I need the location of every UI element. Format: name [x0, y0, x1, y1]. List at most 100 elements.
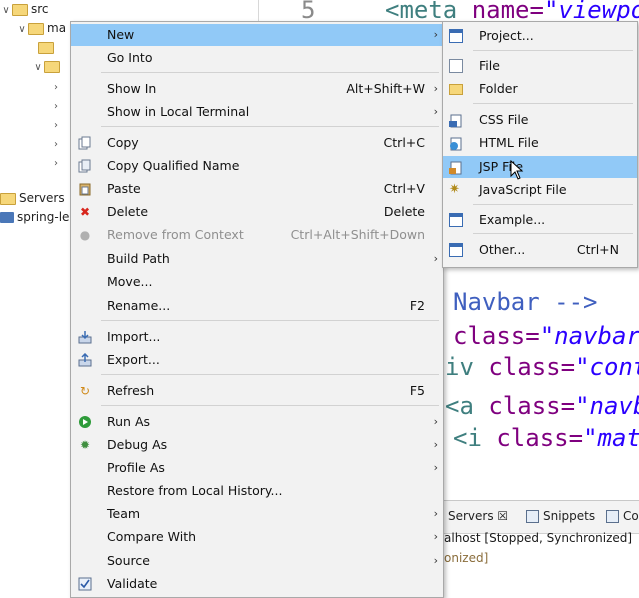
menu-separator	[473, 233, 633, 234]
context-menu: New › Go Into Show In Alt+Shift+W › Show in…	[70, 21, 444, 598]
chevron-right-icon: ›	[433, 252, 438, 265]
new-submenu: Project... File Folder CSS File HTML Fil…	[442, 21, 638, 268]
other-wizard-icon	[449, 243, 463, 257]
chevron-right-icon: ›	[433, 438, 438, 451]
chevron-right-icon[interactable]: ›	[50, 155, 62, 173]
submenu-item-folder[interactable]: Folder	[443, 78, 637, 100]
chevron-right-icon: ›	[433, 82, 438, 95]
menu-item-show-in[interactable]: Show In Alt+Shift+W ›	[71, 78, 443, 100]
tab-servers[interactable]: Servers ☒	[448, 509, 508, 523]
html-file-icon	[449, 136, 463, 151]
copy-icon	[78, 136, 92, 150]
menu-item-team[interactable]: Team ›	[71, 503, 443, 525]
paste-icon	[78, 182, 92, 196]
tab-snippets[interactable]: Snippets	[526, 509, 595, 523]
file-icon	[449, 59, 463, 73]
folder-icon	[12, 3, 28, 16]
submenu-item-jsp-file[interactable]: JSP File	[443, 156, 637, 178]
tree-item-src[interactable]: ∨ src	[0, 0, 48, 20]
menu-separator	[101, 374, 439, 375]
menu-separator	[101, 126, 439, 127]
menu-item-build-path[interactable]: Build Path ›	[71, 248, 443, 270]
submenu-item-javascript-file[interactable]: ✷ JavaScript File	[443, 179, 637, 201]
tree-item-child[interactable]: ›	[50, 134, 62, 152]
code-line: iv class="conta	[445, 353, 639, 381]
menu-item-go-into[interactable]: Go Into	[71, 47, 443, 69]
menu-item-export[interactable]: Export...	[71, 349, 443, 371]
snippets-icon	[526, 510, 539, 523]
project-icon	[0, 212, 14, 223]
menu-item-run-as[interactable]: Run As ›	[71, 411, 443, 433]
menu-separator	[473, 204, 633, 205]
menu-item-rename[interactable]: Rename... F2	[71, 295, 443, 317]
tree-item-folder[interactable]	[38, 38, 57, 56]
chevron-right-icon: ›	[433, 28, 438, 41]
menu-item-compare-with[interactable]: Compare With ›	[71, 526, 443, 548]
menu-item-new[interactable]: New ›	[71, 24, 443, 46]
submenu-item-file[interactable]: File	[443, 55, 637, 77]
menu-separator	[101, 72, 439, 73]
code-line: Navbar -->	[453, 288, 598, 316]
jsp-file-icon	[449, 160, 463, 175]
chevron-right-icon[interactable]: ›	[50, 117, 62, 135]
folder-icon	[449, 84, 463, 95]
menu-separator	[101, 320, 439, 321]
menu-item-move[interactable]: Move...	[71, 271, 443, 293]
menu-item-restore-local-history[interactable]: Restore from Local History...	[71, 480, 443, 502]
chevron-right-icon: ›	[433, 554, 438, 567]
menu-item-refresh[interactable]: ↻ Refresh F5	[71, 380, 443, 402]
project-icon	[449, 29, 463, 43]
chevron-right-icon[interactable]: ›	[50, 98, 62, 116]
tree-item-main[interactable]: ∨ ma	[16, 19, 66, 37]
tab-console[interactable]: Co	[606, 509, 639, 523]
css-file-icon	[449, 113, 463, 128]
chevron-right-icon: ›	[433, 461, 438, 474]
tree-item-child[interactable]: ›	[50, 153, 62, 171]
menu-separator	[473, 50, 633, 51]
code-line: class="navbar	[453, 322, 639, 350]
javascript-file-icon: ✷	[449, 182, 460, 197]
mouse-pointer-icon	[510, 160, 524, 180]
menu-item-paste[interactable]: Paste Ctrl+V	[71, 178, 443, 200]
validate-checkbox-icon	[78, 577, 92, 591]
menu-item-copy[interactable]: Copy Ctrl+C	[71, 132, 443, 154]
chevron-right-icon: ›	[433, 530, 438, 543]
menu-item-show-in-local-terminal[interactable]: Show in Local Terminal ›	[71, 101, 443, 123]
chevron-right-icon: ›	[433, 507, 438, 520]
tree-item-servers[interactable]: Servers	[0, 189, 65, 207]
debug-icon: ✹	[79, 438, 91, 452]
submenu-item-other[interactable]: Other... Ctrl+N	[443, 239, 637, 261]
submenu-item-example[interactable]: Example...	[443, 209, 637, 231]
menu-item-validate[interactable]: Validate	[71, 573, 443, 595]
chevron-right-icon[interactable]: ›	[50, 79, 62, 97]
menu-item-remove-from-context: ● Remove from Context Ctrl+Alt+Shift+Down	[79, 227, 425, 242]
chevron-down-icon[interactable]: ∨	[32, 59, 44, 77]
menu-separator	[101, 405, 439, 406]
tree-item-child[interactable]: ›	[50, 96, 62, 114]
submenu-item-html-file[interactable]: HTML File	[443, 132, 637, 154]
chevron-down-icon[interactable]: ∨	[0, 2, 12, 20]
folder-icon	[28, 22, 44, 35]
submenu-item-project[interactable]: Project...	[443, 25, 637, 47]
menu-item-source[interactable]: Source ›	[71, 550, 443, 572]
refresh-icon: ↻	[79, 384, 91, 398]
server-row-localhost[interactable]: alhost [Stopped, Synchronized]	[444, 531, 632, 545]
tree-item-spring-project[interactable]: spring-le	[0, 208, 69, 226]
tree-item-child[interactable]: ›	[50, 77, 62, 95]
server-row-status: onized]	[444, 551, 489, 565]
menu-item-profile-as[interactable]: Profile As ›	[71, 457, 443, 479]
tree-item-child[interactable]: ›	[50, 115, 62, 133]
run-icon	[78, 415, 92, 429]
chevron-down-icon[interactable]: ∨	[16, 21, 28, 39]
copy-qualified-icon	[78, 159, 92, 173]
chevron-right-icon: ›	[433, 105, 438, 118]
submenu-item-css-file[interactable]: CSS File	[443, 109, 637, 131]
folder-icon	[0, 192, 16, 205]
chevron-right-icon[interactable]: ›	[50, 136, 62, 154]
menu-item-delete[interactable]: ✖ Delete Delete	[71, 201, 443, 223]
menu-item-copy-qualified-name[interactable]: Copy Qualified Name	[71, 155, 443, 177]
menu-item-import[interactable]: Import...	[71, 326, 443, 348]
code-line: <a class="navba	[445, 392, 639, 420]
menu-item-debug-as[interactable]: ✹ Debug As ›	[71, 434, 443, 456]
tree-item-webapp[interactable]: ∨	[32, 57, 63, 75]
